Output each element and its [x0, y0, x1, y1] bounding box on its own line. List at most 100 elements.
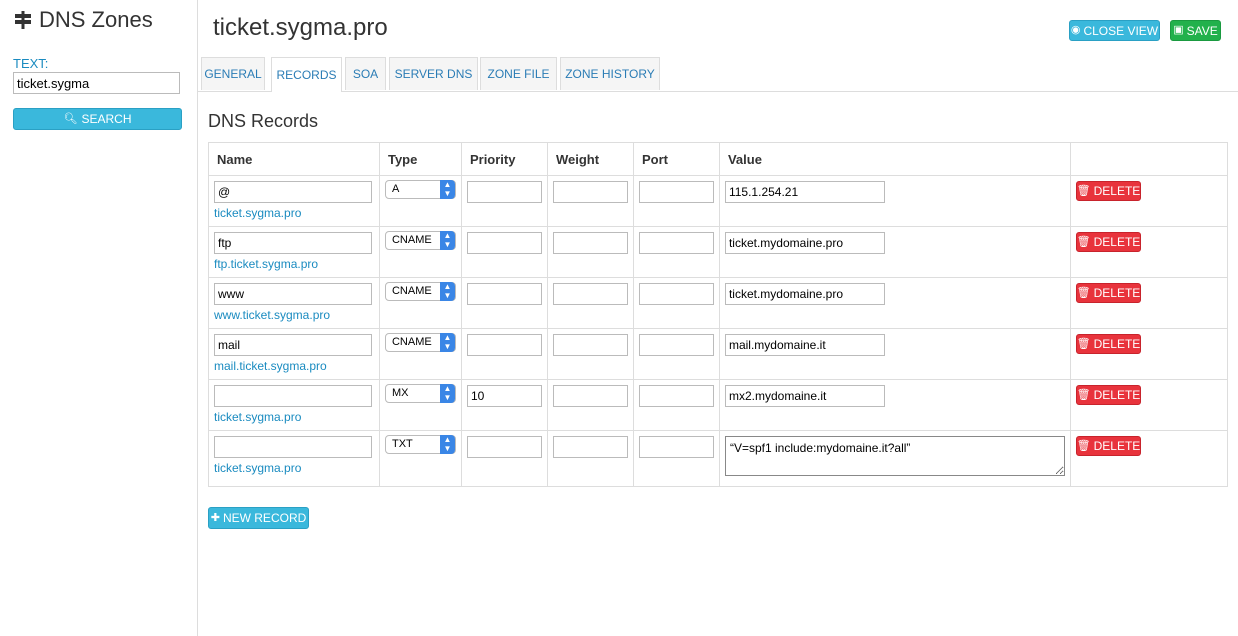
- type-select[interactable]: MX ▲ ▼: [384, 384, 456, 403]
- close-view-button[interactable]: ◉ CLOSE VIEW: [1069, 20, 1160, 41]
- trash-icon: 🗑︎: [1076, 388, 1091, 401]
- name-input[interactable]: [214, 232, 372, 254]
- type-select[interactable]: TXT ▲ ▼: [384, 435, 456, 454]
- port-cell: [632, 226, 720, 278]
- value-input[interactable]: [724, 283, 885, 305]
- port-input[interactable]: [638, 232, 714, 254]
- name-input[interactable]: [214, 181, 372, 203]
- weight-input[interactable]: [552, 283, 628, 305]
- action-cell: 🗑︎ DELETE: [1069, 277, 1229, 329]
- name-cell: www.ticket.sygma.pro: [208, 277, 380, 329]
- weight-input[interactable]: [552, 334, 628, 356]
- value-input[interactable]: [724, 334, 885, 356]
- search-button-label: SEARCH: [81, 112, 132, 126]
- type-select[interactable]: CNAME ▲ ▼: [384, 282, 456, 301]
- value-cell: [718, 328, 1071, 380]
- new-record-label: NEW RECORD: [222, 511, 307, 525]
- trash-icon: 🗑︎: [1076, 184, 1091, 197]
- priority-input[interactable]: [466, 283, 542, 305]
- port-input[interactable]: [638, 436, 714, 458]
- priority-cell: [460, 226, 548, 278]
- sidebar-title-text: DNS Zones: [39, 7, 153, 32]
- name-input[interactable]: [214, 334, 372, 356]
- port-cell: [632, 379, 720, 431]
- record-fqdn: ftp.ticket.sygma.pro: [214, 257, 319, 271]
- delete-label: DELETE: [1093, 337, 1141, 351]
- tab-zone-history[interactable]: ZONE HISTORY: [560, 57, 660, 90]
- trash-icon: 🗑︎: [1076, 337, 1091, 350]
- delete-label: DELETE: [1093, 388, 1141, 402]
- main-panel: ticket.sygma.pro ◉ CLOSE VIEW ▣ SAVE GEN…: [198, 0, 1238, 636]
- delete-button[interactable]: 🗑︎ DELETE: [1075, 232, 1141, 252]
- tab-server-dns[interactable]: SERVER DNS: [389, 57, 478, 90]
- table-row: ticket.sygma.pro MX ▲▼ 🗑︎ DELETE: [208, 379, 1229, 431]
- name-input[interactable]: [214, 385, 372, 407]
- type-select[interactable]: CNAME ▲ ▼: [384, 333, 456, 352]
- type-select[interactable]: A ▲ ▼: [384, 180, 456, 199]
- delete-label: DELETE: [1093, 184, 1141, 198]
- name-cell: ftp.ticket.sygma.pro: [208, 226, 380, 278]
- type-select[interactable]: CNAME ▲ ▼: [384, 231, 456, 250]
- tab-soa[interactable]: SOA: [345, 57, 386, 90]
- name-cell: ticket.sygma.pro: [208, 430, 380, 487]
- priority-input[interactable]: [466, 232, 542, 254]
- tab-general[interactable]: GENERAL: [201, 57, 265, 90]
- close-view-label: CLOSE VIEW: [1083, 23, 1159, 38]
- port-input[interactable]: [638, 283, 714, 305]
- weight-input[interactable]: [552, 385, 628, 407]
- value-input[interactable]: [724, 232, 885, 254]
- delete-button[interactable]: 🗑︎ DELETE: [1075, 181, 1141, 201]
- name-input[interactable]: [214, 436, 372, 458]
- col-weight: Weight: [546, 142, 634, 176]
- search-button[interactable]: 🔍︎ SEARCH: [13, 108, 182, 130]
- priority-cell: [460, 328, 548, 380]
- action-cell: 🗑︎ DELETE: [1069, 175, 1229, 227]
- tab-zone-file[interactable]: ZONE FILE: [480, 57, 557, 90]
- priority-input[interactable]: [466, 385, 542, 407]
- weight-cell: [546, 175, 634, 227]
- new-record-button[interactable]: ✚ NEW RECORD: [208, 507, 309, 529]
- weight-input[interactable]: [552, 436, 628, 458]
- delete-button[interactable]: 🗑︎ DELETE: [1075, 283, 1141, 303]
- delete-button[interactable]: 🗑︎ DELETE: [1075, 385, 1141, 405]
- port-cell: [632, 430, 720, 487]
- record-fqdn: www.ticket.sygma.pro: [214, 308, 331, 322]
- name-cell: mail.ticket.sygma.pro: [208, 328, 380, 380]
- value-cell: [718, 226, 1071, 278]
- port-cell: [632, 328, 720, 380]
- type-cell: A ▲ ▼: [378, 175, 462, 227]
- type-select-value: CNAME: [391, 336, 432, 348]
- col-actions: [1069, 142, 1229, 176]
- delete-button[interactable]: 🗑︎ DELETE: [1075, 334, 1141, 354]
- trash-icon: 🗑︎: [1076, 286, 1091, 299]
- type-cell: CNAME ▲ ▼: [378, 277, 462, 329]
- port-input[interactable]: [638, 334, 714, 356]
- section-title: DNS Records: [208, 111, 319, 131]
- priority-input[interactable]: [466, 334, 542, 356]
- priority-input[interactable]: [466, 436, 542, 458]
- select-arrows-icon: ▲ ▼: [439, 180, 455, 199]
- name-input[interactable]: [214, 283, 372, 305]
- action-cell: 🗑︎ DELETE: [1069, 328, 1229, 380]
- weight-input[interactable]: [552, 181, 628, 203]
- value-input[interactable]: [724, 181, 885, 203]
- search-input[interactable]: [13, 72, 180, 94]
- name-cell: ticket.sygma.pro: [208, 379, 380, 431]
- table-row: ftp.ticket.sygma.pro CNAME ▲▼ 🗑︎ DELETE: [208, 226, 1229, 278]
- action-cell: 🗑︎ DELETE: [1069, 379, 1229, 431]
- weight-input[interactable]: [552, 232, 628, 254]
- delete-button[interactable]: 🗑︎ DELETE: [1075, 436, 1141, 456]
- weight-cell: [546, 379, 634, 431]
- records-table: Name Type Priority Weight Port Value tic…: [208, 142, 1229, 487]
- sidebar: DNS Zones TEXT: 🔍︎ SEARCH: [0, 0, 198, 636]
- value-textarea[interactable]: “V=spf1 include:mydomaine.it?all”: [724, 436, 1065, 476]
- delete-label: DELETE: [1093, 235, 1141, 249]
- port-input[interactable]: [638, 385, 714, 407]
- tab-records[interactable]: RECORDS: [271, 57, 342, 92]
- priority-input[interactable]: [466, 181, 542, 203]
- port-cell: [632, 175, 720, 227]
- delete-label: DELETE: [1093, 286, 1141, 300]
- value-input[interactable]: [724, 385, 885, 407]
- port-input[interactable]: [638, 181, 714, 203]
- save-button[interactable]: ▣ SAVE: [1170, 20, 1221, 41]
